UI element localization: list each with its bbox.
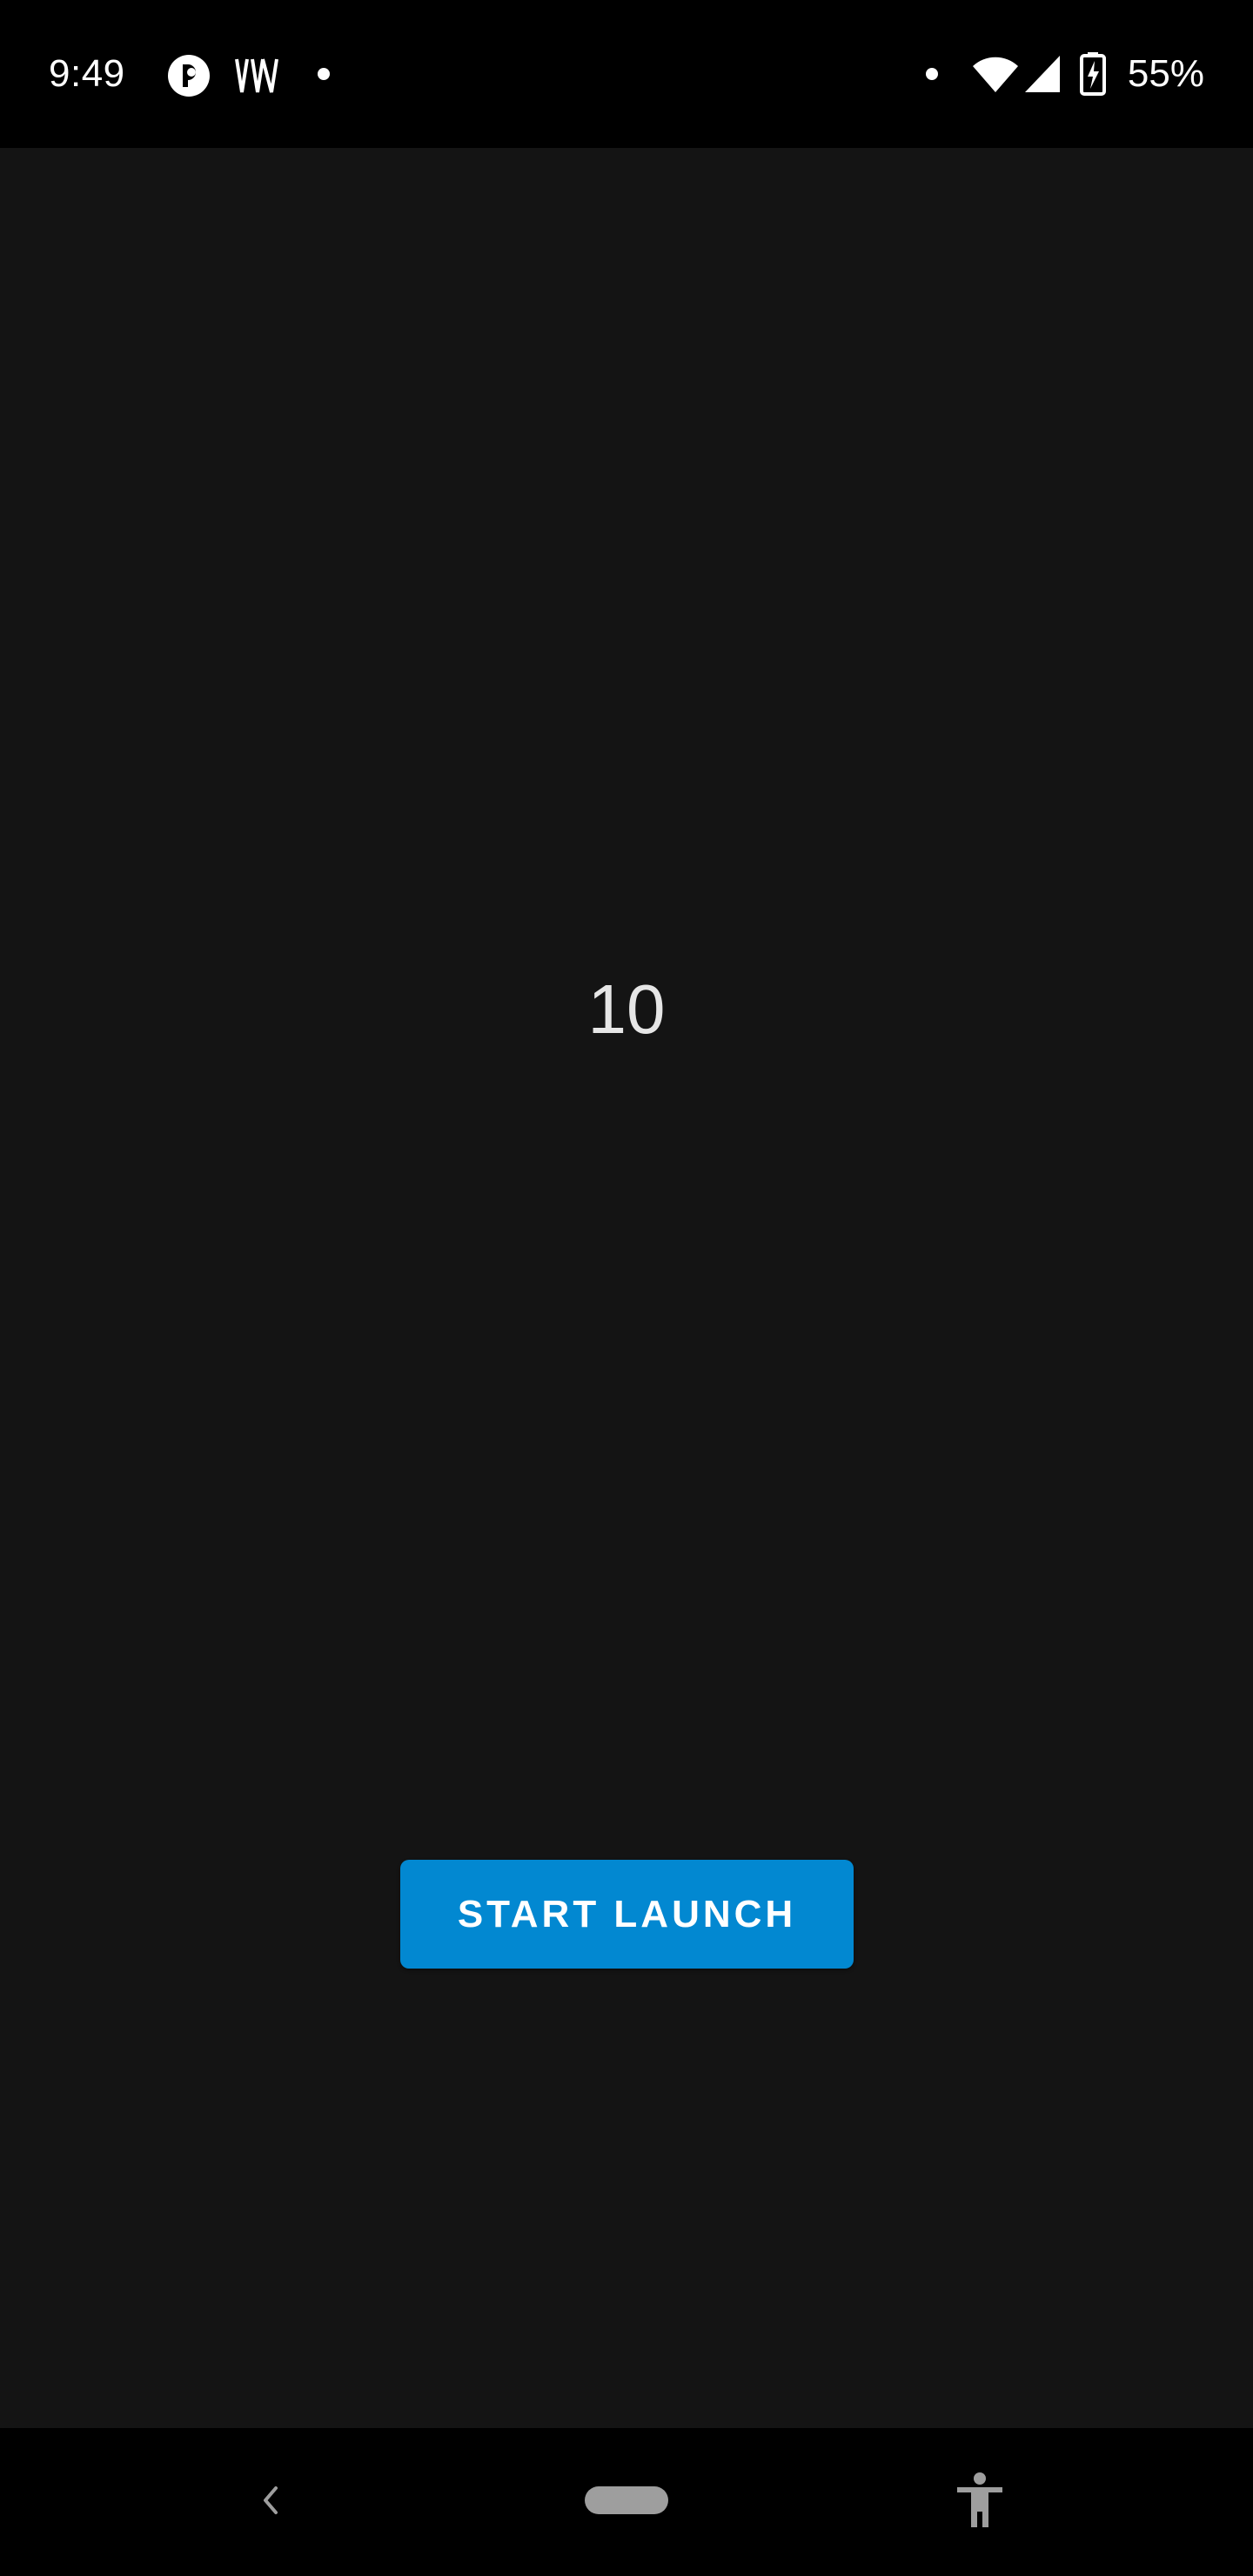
wave-notification-icon bbox=[233, 56, 282, 100]
back-button[interactable] bbox=[235, 2428, 305, 2576]
start-launch-button[interactable]: START LAUNCH bbox=[400, 1860, 854, 1969]
cellular-signal-icon bbox=[1023, 54, 1062, 98]
countdown-counter: 10 bbox=[587, 970, 666, 1048]
app-notification-icon bbox=[167, 54, 211, 102]
home-pill-icon bbox=[583, 2485, 670, 2520]
dot-icon bbox=[925, 67, 939, 85]
app-content: 10 START LAUNCH bbox=[0, 148, 1253, 2428]
notification-dot-icon bbox=[317, 67, 331, 85]
accessibility-icon bbox=[954, 2472, 1006, 2533]
wifi-icon bbox=[971, 54, 1020, 98]
accessibility-button[interactable] bbox=[945, 2428, 1015, 2576]
back-icon bbox=[257, 2483, 283, 2522]
status-bar: 9:49 55% bbox=[0, 0, 1253, 148]
battery-charging-icon bbox=[1079, 50, 1107, 100]
navigation-bar bbox=[0, 2428, 1253, 2576]
status-time: 9:49 bbox=[49, 52, 125, 95]
battery-percent: 55% bbox=[1127, 52, 1204, 95]
home-button[interactable] bbox=[574, 2428, 679, 2576]
